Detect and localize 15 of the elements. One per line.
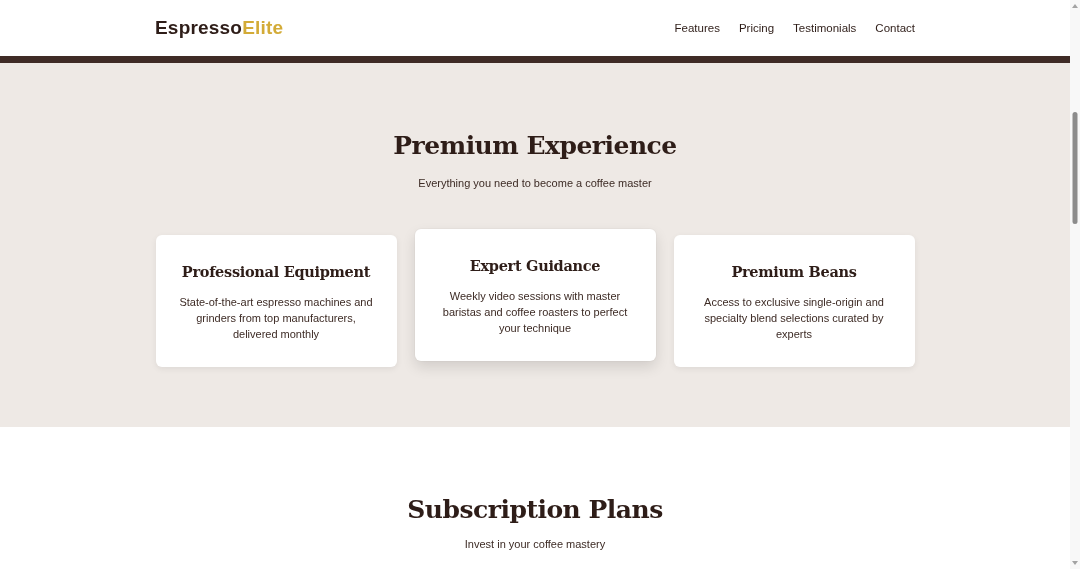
card-title: Expert Guidance <box>469 257 601 274</box>
section-subtitle: Everything you need to become a coffee master <box>418 177 652 189</box>
nav-link[interactable]: Features <box>674 22 720 34</box>
card-title: Premium Beans <box>731 263 857 280</box>
section-title: Subscription Plans <box>407 495 663 524</box>
nav-link[interactable]: Pricing <box>738 22 775 34</box>
card-title: Professional Equipment <box>181 263 371 280</box>
card-text: Weekly video sessions with master baristas and coffee roasters to perfect your technique <box>441 289 629 336</box>
card-text: Access to exclusive single-origin and specialty blend selections curated by experts <box>703 295 885 342</box>
logo[interactable]: EspressoElite <box>155 17 284 39</box>
card-text: State-of-the-art espresso machines and grinders from top manufacturers, delivered monthly <box>178 295 374 342</box>
section-subtitle: Invest in your coffee mastery <box>464 538 606 550</box>
section-title: Premium Experience <box>393 131 677 160</box>
nav-link[interactable]: Testimonials <box>793 22 857 34</box>
nav-link[interactable]: Contact <box>875 22 915 34</box>
